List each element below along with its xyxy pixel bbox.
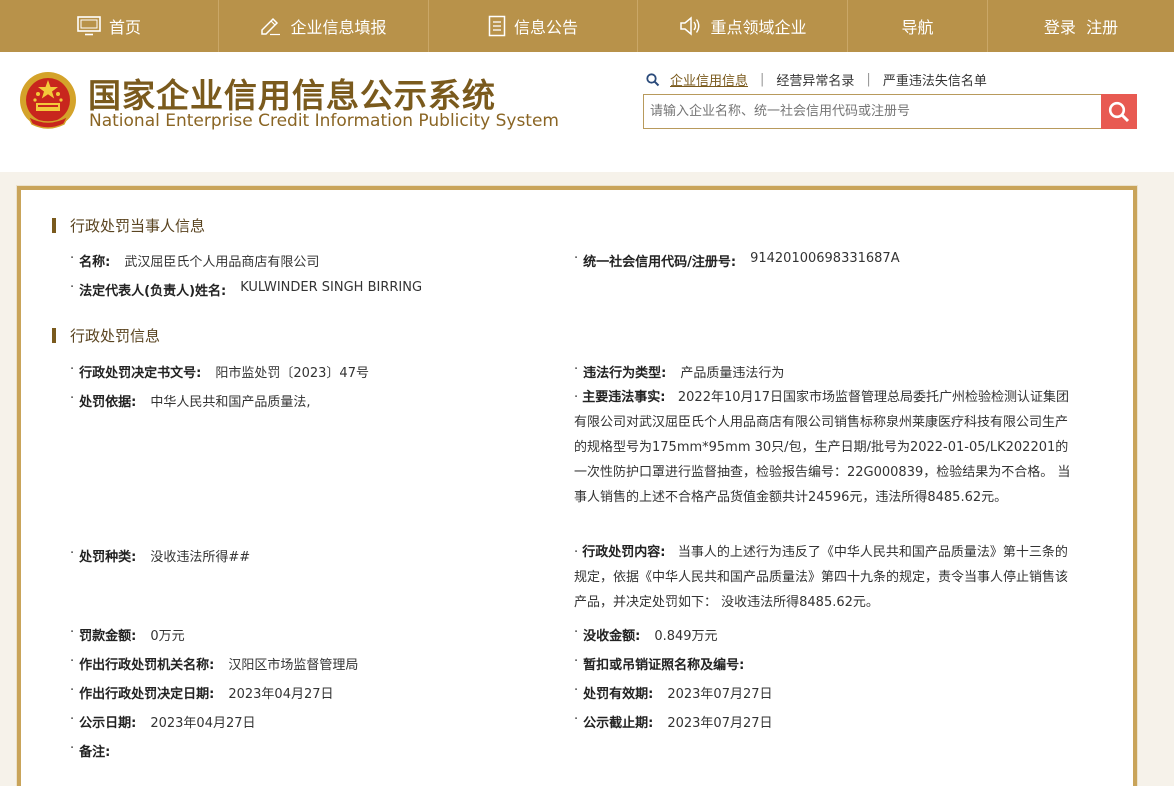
link-enterprise-credit[interactable]: 企业信用信息 <box>670 70 748 89</box>
field-name: · 名称: 武汉屈臣氏个人用品商店有限公司 <box>70 251 320 270</box>
nav-announcements[interactable]: 信息公告 <box>429 0 638 52</box>
field-publish-end-value: 2023年07月27日 <box>667 716 773 731</box>
monitor-icon <box>77 16 101 36</box>
search-type-links: 企业信用信息 | 经营异常名录 | 严重违法失信名单 <box>646 70 987 89</box>
field-violation-type-label: 违法行为类型: <box>583 366 667 381</box>
field-license-label: 暂扣或吊销证照名称及编号: <box>583 658 745 673</box>
field-license: · 暂扣或吊销证照名称及编号: <box>574 654 745 673</box>
field-penalty-content: · 行政处罚内容: 当事人的上述行为违反了《中华人民共和国产品质量法》第十三条的… <box>574 545 1069 610</box>
search-box <box>643 94 1103 129</box>
field-fine-amount: · 罚款金额: 0万元 <box>70 625 185 644</box>
search-icon <box>646 72 660 87</box>
field-main-facts: · 主要违法事实: 2022年10月17日国家市场监督管理总局委托广州检验检测认… <box>574 390 1071 505</box>
field-main-facts-label: 主要违法事实: <box>582 390 666 405</box>
site-subtitle: National Enterprise Credit Information P… <box>89 111 559 131</box>
field-publish-end-label: 公示截止期: <box>583 716 654 731</box>
section-bar <box>52 218 56 233</box>
field-penalty-kind: · 处罚种类: 没收违法所得## <box>70 546 251 565</box>
field-penalty-basis-label: 处罚依据: <box>79 395 137 410</box>
field-valid-period-label: 处罚有效期: <box>583 687 654 702</box>
field-valid-period-value: 2023年07月27日 <box>667 687 773 702</box>
field-publish-date-value: 2023年04月27日 <box>150 716 256 731</box>
field-authority-label: 作出行政处罚机关名称: <box>79 658 215 673</box>
field-valid-period: · 处罚有效期: 2023年07月27日 <box>574 683 773 702</box>
field-name-value: 武汉屈臣氏个人用品商店有限公司 <box>124 255 320 270</box>
link-abnormal-list[interactable]: 经营异常名录 <box>776 70 854 89</box>
nav-key-sectors[interactable]: 重点领域企业 <box>638 0 848 52</box>
field-legal-rep: · 法定代表人(负责人)姓名: KULWINDER SINGH BIRRING <box>70 280 423 299</box>
field-legal-rep-value: KULWINDER SINGH BIRRING <box>240 280 423 295</box>
field-remark-label: 备注: <box>79 745 111 760</box>
field-penalty-basis: · 处罚依据: 中华人民共和国产品质量法, <box>70 391 311 410</box>
field-decision-date-value: 2023年04月27日 <box>228 687 334 702</box>
field-credit-code: · 统一社会信用代码/注册号: 91420100698331687A <box>574 251 900 270</box>
field-name-label: 名称: <box>79 255 111 270</box>
field-authority-value: 汉阳区市场监督管理局 <box>228 658 359 673</box>
field-legal-rep-label: 法定代表人(负责人)姓名: <box>79 284 227 299</box>
link-serious-violation-list[interactable]: 严重违法失信名单 <box>883 70 987 89</box>
nav-login-register[interactable]: 登录 注册 <box>988 0 1174 52</box>
field-credit-code-label: 统一社会信用代码/注册号: <box>583 255 737 270</box>
nav-navigation[interactable]: 导航 <box>848 0 988 52</box>
search-button[interactable] <box>1101 94 1137 129</box>
section-title-party: 行政处罚当事人信息 <box>52 215 205 236</box>
link-separator: | <box>866 72 871 87</box>
document-icon <box>488 15 506 37</box>
link-separator: | <box>760 72 765 87</box>
field-publish-end: · 公示截止期: 2023年07月27日 <box>574 712 773 731</box>
field-violation-type: · 违法行为类型: 产品质量违法行为 <box>574 362 785 381</box>
section-title-penalty: 行政处罚信息 <box>52 325 160 346</box>
search-input[interactable] <box>644 95 1103 128</box>
nav-login-register-label: 登录 注册 <box>1043 18 1119 37</box>
field-confiscation-amount-label: 没收金额: <box>583 629 641 644</box>
site-title: 国家企业信用信息公示系统 <box>88 76 496 115</box>
top-nav: 首页 企业信息填报 信息公告 重点领域企业 导航 登录 注册 <box>0 0 1174 52</box>
field-decision-doc-no-label: 行政处罚决定书文号: <box>79 366 202 381</box>
nav-navigation-label: 导航 <box>901 18 934 37</box>
field-fine-amount-label: 罚款金额: <box>79 629 137 644</box>
nav-key-sectors-label: 重点领域企业 <box>710 18 807 37</box>
field-penalty-basis-value: 中华人民共和国产品质量法, <box>150 395 311 410</box>
field-fine-amount-value: 0万元 <box>150 629 185 644</box>
field-penalty-kind-label: 处罚种类: <box>79 550 137 565</box>
nav-announcements-label: 信息公告 <box>513 18 578 37</box>
field-authority: · 作出行政处罚机关名称: 汉阳区市场监督管理局 <box>70 654 359 673</box>
field-penalty-content-label: 行政处罚内容: <box>582 545 666 560</box>
field-decision-doc-no-value: 阳市监处罚〔2023〕47号 <box>215 366 369 381</box>
field-credit-code-value: 91420100698331687A <box>750 251 900 266</box>
nav-enterprise-report[interactable]: 企业信息填报 <box>219 0 429 52</box>
nav-enterprise-report-label: 企业信息填报 <box>290 18 387 37</box>
field-publish-date-label: 公示日期: <box>79 716 137 731</box>
edit-icon <box>260 16 282 36</box>
nav-home-label: 首页 <box>108 18 141 37</box>
field-publish-date: · 公示日期: 2023年04月27日 <box>70 712 256 731</box>
section-title-party-text: 行政处罚当事人信息 <box>70 217 206 235</box>
national-emblem-icon <box>18 70 78 134</box>
field-decision-date: · 作出行政处罚决定日期: 2023年04月27日 <box>70 683 334 702</box>
section-bar <box>52 328 56 343</box>
field-decision-date-label: 作出行政处罚决定日期: <box>79 687 215 702</box>
field-confiscation-amount: · 没收金额: 0.849万元 <box>574 625 718 644</box>
nav-home[interactable]: 首页 <box>0 0 219 52</box>
site-header: 国家企业信用信息公示系统 National Enterprise Credit … <box>0 52 1174 172</box>
field-confiscation-amount-value: 0.849万元 <box>654 629 718 644</box>
field-decision-doc-no: · 行政处罚决定书文号: 阳市监处罚〔2023〕47号 <box>70 362 369 381</box>
search-icon <box>1108 101 1130 123</box>
field-remark: · 备注: <box>70 741 111 760</box>
field-main-facts-value: 2022年10月17日国家市场监督管理总局委托广州检验检测认证集团有限公司对武汉… <box>574 390 1071 505</box>
section-title-penalty-text: 行政处罚信息 <box>70 327 161 345</box>
field-penalty-kind-value: 没收违法所得## <box>150 550 251 565</box>
speaker-icon <box>678 16 702 36</box>
field-violation-type-value: 产品质量违法行为 <box>680 366 785 381</box>
